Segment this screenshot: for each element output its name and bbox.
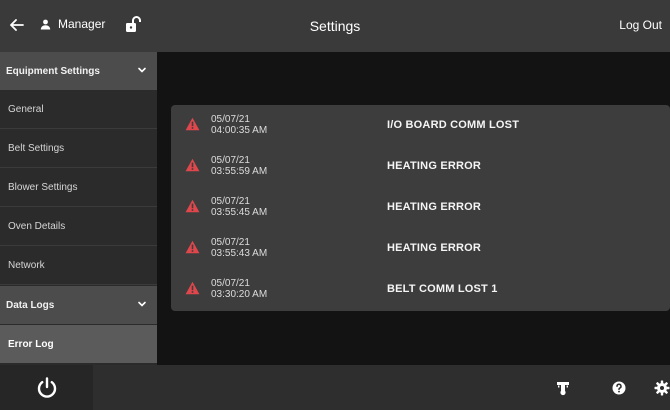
sidebar-item-label: Error Log: [8, 338, 54, 350]
chevron-down-icon: [138, 67, 146, 73]
help-icon: [612, 381, 626, 394]
chevron-down-icon: [138, 301, 146, 307]
sidebar-item-oven-details[interactable]: Oven Details: [0, 207, 157, 246]
error-time: 03:30:20 AM: [211, 289, 268, 300]
warning-icon: [185, 240, 200, 254]
sidebar-item-general[interactable]: General: [0, 90, 157, 129]
error-message: HEATING ERROR: [387, 242, 482, 254]
settings-button[interactable]: [654, 365, 670, 410]
main-content: 05/07/21 04:00:35 AM I/O BOARD COMM LOST…: [157, 52, 670, 365]
error-time: 04:00:35 AM: [211, 125, 268, 136]
help-button[interactable]: [604, 365, 634, 410]
error-date: 05/07/21: [211, 114, 250, 125]
unlocked-padlock-icon: [126, 16, 141, 32]
back-button[interactable]: [6, 14, 28, 36]
error-date: 05/07/21: [211, 196, 250, 207]
section-label: Equipment Settings: [6, 65, 100, 77]
arrow-left-icon: [10, 19, 24, 31]
sidebar-item-belt-settings[interactable]: Belt Settings: [0, 129, 157, 168]
top-bar: Manager Settings Log Out: [0, 0, 670, 52]
warning-icon: [185, 117, 200, 131]
logout-button[interactable]: Log Out: [619, 18, 662, 32]
sidebar-item-label: Blower Settings: [8, 181, 78, 193]
sidebar-item-label: General: [8, 103, 44, 115]
error-log-row[interactable]: 05/07/21 03:55:45 AM HEATING ERROR: [171, 187, 670, 228]
sidebar-item-blower-settings[interactable]: Blower Settings: [0, 168, 157, 207]
sidebar-item-label: Belt Settings: [8, 142, 65, 154]
user-role-label: Manager: [58, 17, 106, 31]
error-log-row[interactable]: 05/07/21 04:00:35 AM I/O BOARD COMM LOST: [171, 105, 670, 146]
error-time: 03:55:45 AM: [211, 207, 268, 218]
sidebar-item-error-log[interactable]: Error Log: [0, 325, 157, 363]
person-icon: [40, 19, 51, 29]
error-message: HEATING ERROR: [387, 201, 482, 213]
error-message: BELT COMM LOST 1: [387, 283, 498, 295]
bottom-bar: [0, 365, 670, 410]
power-button[interactable]: [0, 365, 93, 410]
thermometer-icon: [557, 381, 569, 395]
error-date: 05/07/21: [211, 278, 250, 289]
error-log-row[interactable]: 05/07/21 03:55:59 AM HEATING ERROR: [171, 146, 670, 187]
error-message: HEATING ERROR: [387, 160, 482, 172]
error-log-row[interactable]: 05/07/21 03:30:20 AM BELT COMM LOST 1: [171, 269, 670, 310]
power-icon: [37, 376, 56, 398]
sidebar: Equipment Settings General Belt Settings…: [0, 52, 157, 365]
gear-icon: [654, 380, 670, 395]
error-log-row[interactable]: 05/07/21 03:55:43 AM HEATING ERROR: [171, 228, 670, 269]
error-message: I/O BOARD COMM LOST: [387, 119, 520, 131]
section-label: Data Logs: [6, 299, 55, 311]
sidebar-item-network[interactable]: Network: [0, 246, 157, 285]
error-date: 05/07/21: [211, 237, 250, 248]
sidebar-section-equipment-settings[interactable]: Equipment Settings: [0, 52, 157, 90]
warning-icon: [185, 281, 200, 295]
error-time: 03:55:59 AM: [211, 166, 268, 177]
sidebar-item-label: Oven Details: [8, 220, 66, 232]
sidebar-item-label: Network: [8, 259, 45, 271]
error-time: 03:55:43 AM: [211, 248, 268, 259]
lock-button[interactable]: [124, 15, 142, 35]
error-log-list: 05/07/21 04:00:35 AM I/O BOARD COMM LOST…: [171, 105, 670, 311]
sidebar-section-data-logs[interactable]: Data Logs: [0, 286, 157, 324]
user-indicator[interactable]: Manager: [40, 17, 105, 31]
error-date: 05/07/21: [211, 155, 250, 166]
warning-icon: [185, 199, 200, 213]
thermometer-button[interactable]: [548, 365, 578, 410]
warning-icon: [185, 158, 200, 172]
